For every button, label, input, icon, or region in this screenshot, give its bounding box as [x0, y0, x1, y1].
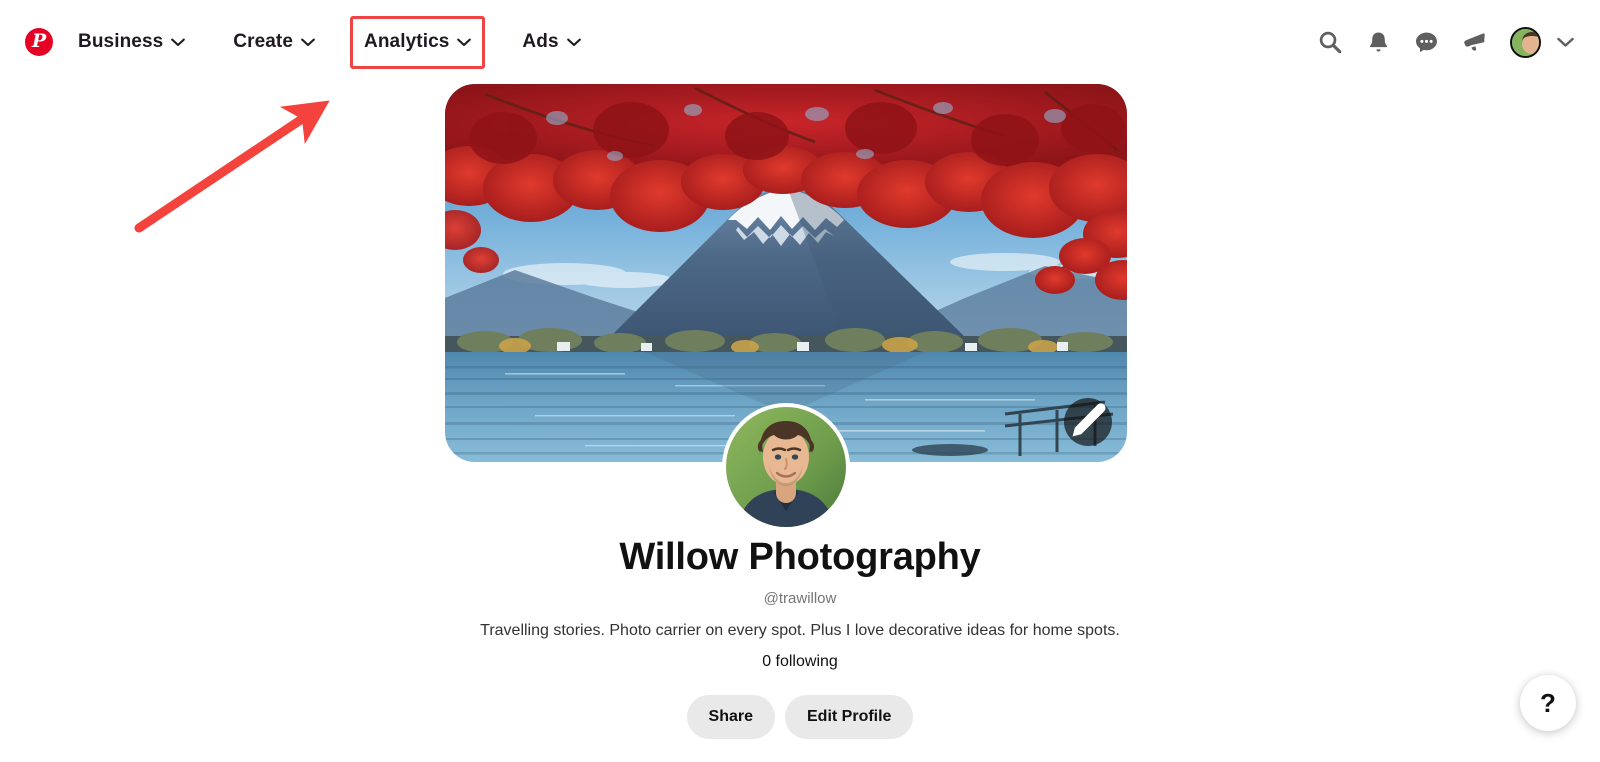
nav-item-business[interactable]: Business — [65, 19, 198, 65]
announcements-button[interactable] — [1450, 18, 1498, 66]
share-button[interactable]: Share — [686, 695, 775, 740]
chevron-down-icon — [566, 38, 581, 46]
account-avatar-button[interactable] — [1502, 19, 1548, 65]
profile-info: Willow Photography @trawillow Travelling… — [0, 536, 1600, 740]
account-menu-button[interactable] — [1548, 20, 1582, 64]
nav-item-ads-label: Ads — [522, 31, 559, 52]
profile-username: @trawillow — [763, 589, 837, 607]
message-bubble-icon — [1415, 32, 1437, 52]
chevron-down-icon — [1556, 37, 1574, 47]
messages-button[interactable] — [1402, 18, 1450, 66]
nav-item-business-label: Business — [78, 31, 164, 52]
top-navigation-bar: P Business Create Analytics Ads — [0, 0, 1600, 84]
pinterest-logo[interactable]: P — [22, 25, 56, 59]
profile-following-count: 0 following — [762, 653, 838, 671]
help-button[interactable]: ? — [1520, 675, 1576, 731]
avatar-artwork — [726, 407, 846, 527]
search-button[interactable] — [1306, 18, 1354, 66]
nav-right-group — [1306, 0, 1582, 84]
pencil-icon — [1072, 403, 1106, 437]
profile-avatar[interactable] — [722, 403, 850, 531]
avatar-image — [1511, 28, 1539, 56]
profile-action-buttons: Share Edit Profile — [0, 695, 1600, 740]
nav-item-analytics[interactable]: Analytics — [350, 15, 486, 69]
avatar — [1509, 26, 1541, 58]
nav-item-analytics-label: Analytics — [364, 31, 450, 52]
edit-cover-button[interactable] — [1064, 398, 1112, 446]
page-title: Willow Photography — [619, 536, 981, 578]
megaphone-icon — [1464, 33, 1485, 51]
nav-left-group: P Business Create Analytics Ads — [22, 0, 594, 84]
bell-icon — [1369, 32, 1387, 52]
profile-bio: Travelling stories. Photo carrier on eve… — [480, 621, 1120, 639]
chevron-down-icon — [457, 38, 472, 46]
profile-avatar-image — [726, 407, 846, 527]
nav-item-ads[interactable]: Ads — [509, 19, 593, 65]
chevron-down-icon — [301, 38, 315, 46]
notifications-button[interactable] — [1354, 18, 1402, 66]
pinterest-profile-page: P Business Create Analytics Ads Willow P… — [0, 0, 1600, 762]
nav-item-create-label: Create — [233, 31, 294, 52]
pinterest-logo-glyph: P — [25, 28, 53, 56]
chevron-down-icon — [171, 38, 186, 46]
search-icon — [1319, 31, 1342, 54]
annotation-arrow — [134, 100, 330, 233]
edit-profile-button[interactable]: Edit Profile — [785, 695, 914, 740]
nav-item-create[interactable]: Create — [220, 19, 328, 65]
